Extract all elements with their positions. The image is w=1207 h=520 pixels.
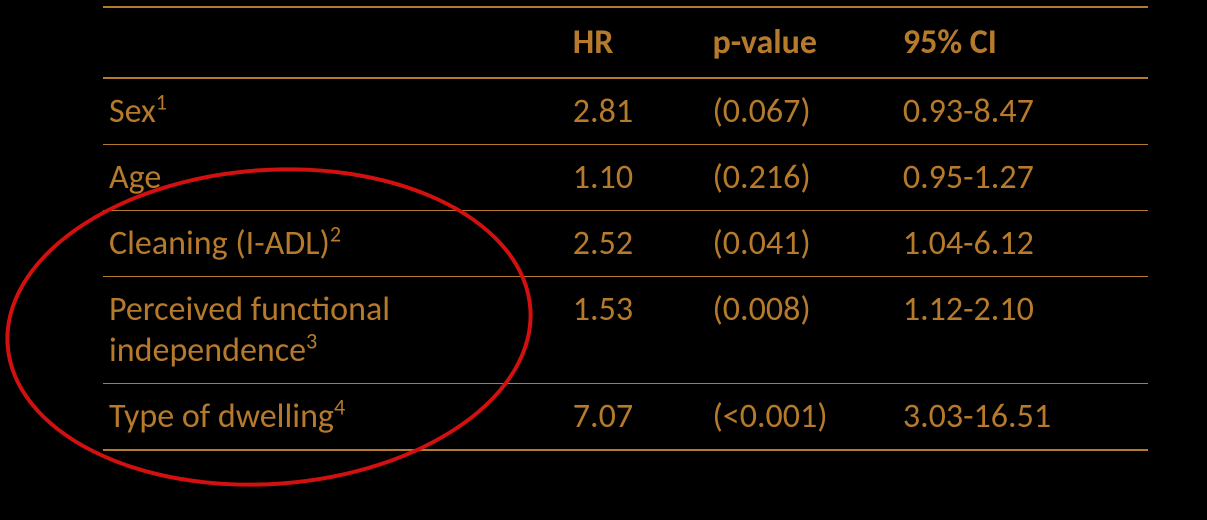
row-ci: 1.12-2.10 xyxy=(897,277,1148,384)
header-variable xyxy=(103,7,567,78)
row-p: (0.216) xyxy=(707,145,897,211)
row-ci: 1.04-6.12 xyxy=(897,211,1148,277)
row-p: (<0.001) xyxy=(707,384,897,451)
row-hr: 1.53 xyxy=(567,277,707,384)
row-ci: 0.95-1.27 xyxy=(897,145,1148,211)
row-label: Type of dwelling4 xyxy=(103,384,567,451)
label-sup: 3 xyxy=(306,328,317,355)
row-p: (0.067) xyxy=(707,78,897,145)
header-ci: 95% CI xyxy=(897,7,1148,78)
row-hr: 2.81 xyxy=(567,78,707,145)
results-table: HR p-value 95% CI Sex1 2.81 (0.067) 0.93… xyxy=(103,6,1148,451)
label-sup: 2 xyxy=(330,221,341,248)
label-text: Type of dwelling xyxy=(109,396,334,437)
label-sup: 4 xyxy=(334,394,345,421)
row-ci: 3.03-16.51 xyxy=(897,384,1148,451)
header-pvalue: p-value xyxy=(707,7,897,78)
row-hr: 1.10 xyxy=(567,145,707,211)
table-header-row: HR p-value 95% CI xyxy=(103,7,1148,78)
label-text: Age xyxy=(109,157,161,198)
slide-stage: HR p-value 95% CI Sex1 2.81 (0.067) 0.93… xyxy=(0,0,1207,520)
row-hr: 2.52 xyxy=(567,211,707,277)
row-ci: 0.93-8.47 xyxy=(897,78,1148,145)
label-text: Sex xyxy=(109,91,156,132)
label-text: Perceived functional independence xyxy=(109,289,390,371)
header-hr: HR xyxy=(567,7,707,78)
table-row: Perceived functional independence3 1.53 … xyxy=(103,277,1148,384)
row-p: (0.041) xyxy=(707,211,897,277)
label-sup: 1 xyxy=(156,89,167,116)
table-row: Sex1 2.81 (0.067) 0.93-8.47 xyxy=(103,78,1148,145)
table-row: Type of dwelling4 7.07 (<0.001) 3.03-16.… xyxy=(103,384,1148,451)
label-text: Cleaning (I-ADL) xyxy=(109,223,330,264)
row-label: Age xyxy=(103,145,567,211)
row-hr: 7.07 xyxy=(567,384,707,451)
row-label: Perceived functional independence3 xyxy=(103,277,567,384)
row-label: Cleaning (I-ADL)2 xyxy=(103,211,567,277)
table-row: Age 1.10 (0.216) 0.95-1.27 xyxy=(103,145,1148,211)
row-label: Sex1 xyxy=(103,78,567,145)
table-row: Cleaning (I-ADL)2 2.52 (0.041) 1.04-6.12 xyxy=(103,211,1148,277)
row-p: (0.008) xyxy=(707,277,897,384)
